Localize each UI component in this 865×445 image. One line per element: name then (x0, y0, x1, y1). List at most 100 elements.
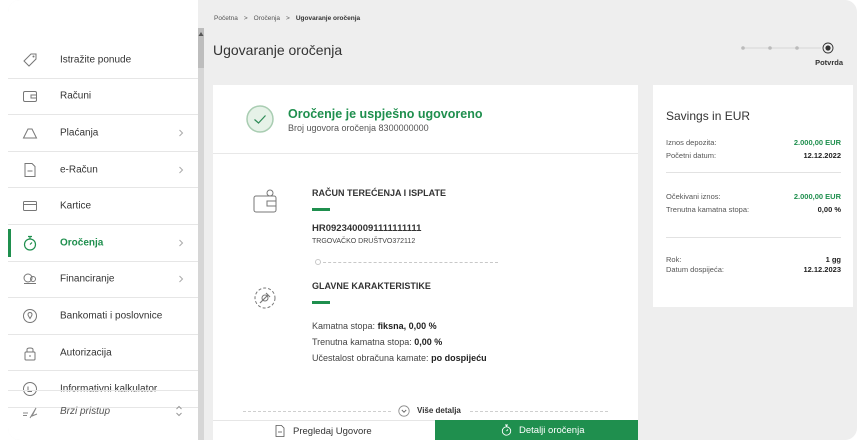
breadcrumb-current: Ugovaranje oročenja (295, 15, 361, 22)
sidebar-item-orocenja[interactable]: Oročenja (8, 225, 198, 262)
current-rate-label: Trenutna kamatna stopa: (666, 205, 750, 214)
current-interest-rate: Trenutna kamatna stopa: 0,00 % (312, 337, 442, 347)
current-rate-value: 0,00 % (414, 337, 443, 347)
features-heading: GLAVNE KARAKTERISTIKE (312, 281, 431, 291)
term-value: 1 gg (825, 255, 841, 264)
chevron-down-circle-icon (398, 405, 410, 417)
sidebar-scrollbar[interactable] (198, 28, 204, 440)
sidebar-item-placanja[interactable]: Plaćanja (8, 115, 198, 152)
app-window: Istražite ponude Računi Plaćanja e-Račun… (8, 0, 857, 440)
current-rate-value: 0,00 % (817, 205, 841, 214)
lock-icon (24, 347, 36, 361)
accent-bar (312, 301, 330, 304)
dashed-divider (470, 411, 608, 412)
start-date-value: 12.12.2022 (803, 151, 841, 160)
confirmation-card: Oročenje je uspješno ugovoreno Broj ugov… (213, 85, 638, 440)
sidebar-item-label: Plaćanja (60, 127, 99, 139)
triangle-icon (22, 128, 38, 139)
quick-access-label: Brzi pristup (60, 406, 111, 417)
sidebar-item-label: Financiranje (60, 273, 115, 285)
maturity-value: 12.12.2023 (803, 265, 841, 274)
breadcrumb-separator: > (243, 15, 248, 22)
chevron-right-icon (179, 239, 184, 247)
sidebar-item-autorizacija[interactable]: Autorizacija (8, 335, 198, 372)
account-holder: TRGOVAČKO DRUŠTVO372112 (312, 238, 416, 245)
review-contracts-button[interactable]: Pregledaj Ugovore (213, 420, 435, 440)
scroll-up-arrow-icon[interactable] (198, 30, 204, 38)
chevron-right-icon (179, 166, 184, 173)
timeline-dot (315, 259, 321, 265)
sidebar-item-label: Kartice (60, 200, 92, 212)
up-down-chevron-icon[interactable] (174, 404, 184, 418)
location-pin-icon (23, 308, 37, 323)
frequency-label: Učestalost obračuna kamate: (312, 353, 429, 363)
sidebar-item-label: Bankomati i poslovnice (60, 310, 163, 322)
document-icon (275, 425, 285, 437)
frequency-value: po dospijeću (431, 353, 487, 363)
summary-card: Savings in EUR Iznos depozita: 2.000,00 … (653, 85, 853, 307)
wallet-icon (253, 189, 277, 213)
settings-tools-icon (254, 287, 276, 309)
summary-title: Savings in EUR (666, 109, 751, 123)
deposit-details-button[interactable]: Detalji oročenja (435, 420, 638, 440)
account-iban: HR0923400091111111111 (312, 223, 422, 234)
success-title: Oročenje je uspješno ugovoreno (288, 107, 483, 121)
deposit-details-label: Detalji oročenja (519, 425, 585, 436)
sidebar-item-label: Autorizacija (60, 347, 112, 359)
divider (666, 237, 841, 238)
sidebar-item-financiranje[interactable]: Financiranje (8, 262, 198, 299)
current-rate-label: Trenutna kamatna stopa: (312, 337, 412, 347)
sidebar-item-e-racun[interactable]: e-Račun (8, 152, 198, 189)
sidebar-item-istrazite-ponude[interactable]: Istražite ponude (8, 42, 198, 79)
accent-bar (312, 208, 330, 211)
maturity-label: Datum dospijeća: (666, 265, 724, 274)
sidebar-item-racuni[interactable]: Računi (8, 79, 198, 116)
document-icon (24, 162, 36, 177)
page-title: Ugovaranje oročenja (213, 42, 343, 58)
sidebar-item-label: e-Račun (60, 164, 98, 176)
card-icon (23, 201, 37, 212)
more-details-toggle[interactable]: Više detalja (243, 405, 608, 417)
breadcrumb: Početna > Oročenja > Ugovaranje oročenja (214, 15, 360, 22)
interest-rate-value: fiksna, 0,00 % (377, 321, 437, 331)
dashed-divider (243, 411, 391, 412)
deposit-label: Iznos depozita: (666, 138, 717, 147)
interest-rate-label: Kamatna stopa: (312, 321, 376, 331)
sidebar-item-label: Istražite ponude (60, 54, 132, 66)
timer-icon (23, 235, 37, 251)
wallet-icon (23, 91, 37, 103)
contract-number: Broj ugovora oročenja 8300000000 (288, 123, 429, 133)
sidebar-item-label: Oročenja (60, 237, 104, 249)
breadcrumb-section[interactable]: Oročenja (254, 15, 280, 22)
sidebar-item-label: Računi (60, 90, 92, 102)
expected-amount-value: 2.000,00 EUR (793, 192, 841, 201)
timer-icon (501, 424, 512, 436)
chevron-right-icon (179, 276, 184, 283)
start-date-label: Početni datum: (666, 151, 717, 160)
interest-rate: Kamatna stopa: fiksna, 0,00 % (312, 321, 437, 331)
sidebar-item-kartice[interactable]: Kartice (8, 188, 198, 225)
divider (666, 172, 841, 173)
chevron-right-icon (179, 129, 184, 137)
tag-icon (23, 53, 37, 67)
coins-icon (23, 273, 36, 285)
quick-access[interactable]: Brzi pristup (8, 390, 198, 440)
expected-amount-label: Očekivani iznos: (666, 192, 721, 201)
stepper-track (741, 42, 834, 54)
divider (213, 153, 638, 154)
account-heading: RAČUN TEREĆENJA I ISPLATE (312, 188, 447, 198)
more-details-label: Više detalja (417, 406, 461, 415)
check-circle-icon (246, 105, 274, 133)
breadcrumb-separator: > (286, 15, 290, 22)
deposit-value: 2.000,00 EUR (793, 138, 841, 147)
interest-frequency: Učestalost obračuna kamate: po dospijeću (312, 353, 487, 363)
sidebar-list: Istražite ponude Računi Plaćanja e-Račun… (8, 42, 198, 408)
term-label: Rok: (666, 255, 682, 264)
breadcrumb-home[interactable]: Početna (214, 15, 238, 22)
sidebar-item-bankomati[interactable]: Bankomati i poslovnice (8, 298, 198, 335)
sidebar: Istražite ponude Računi Plaćanja e-Račun… (8, 0, 198, 440)
dashed-divider (318, 262, 498, 263)
stepper-current-label: Potvrda (815, 58, 843, 67)
review-contracts-label: Pregledaj Ugovore (293, 426, 372, 437)
quick-access-icon (23, 407, 38, 419)
